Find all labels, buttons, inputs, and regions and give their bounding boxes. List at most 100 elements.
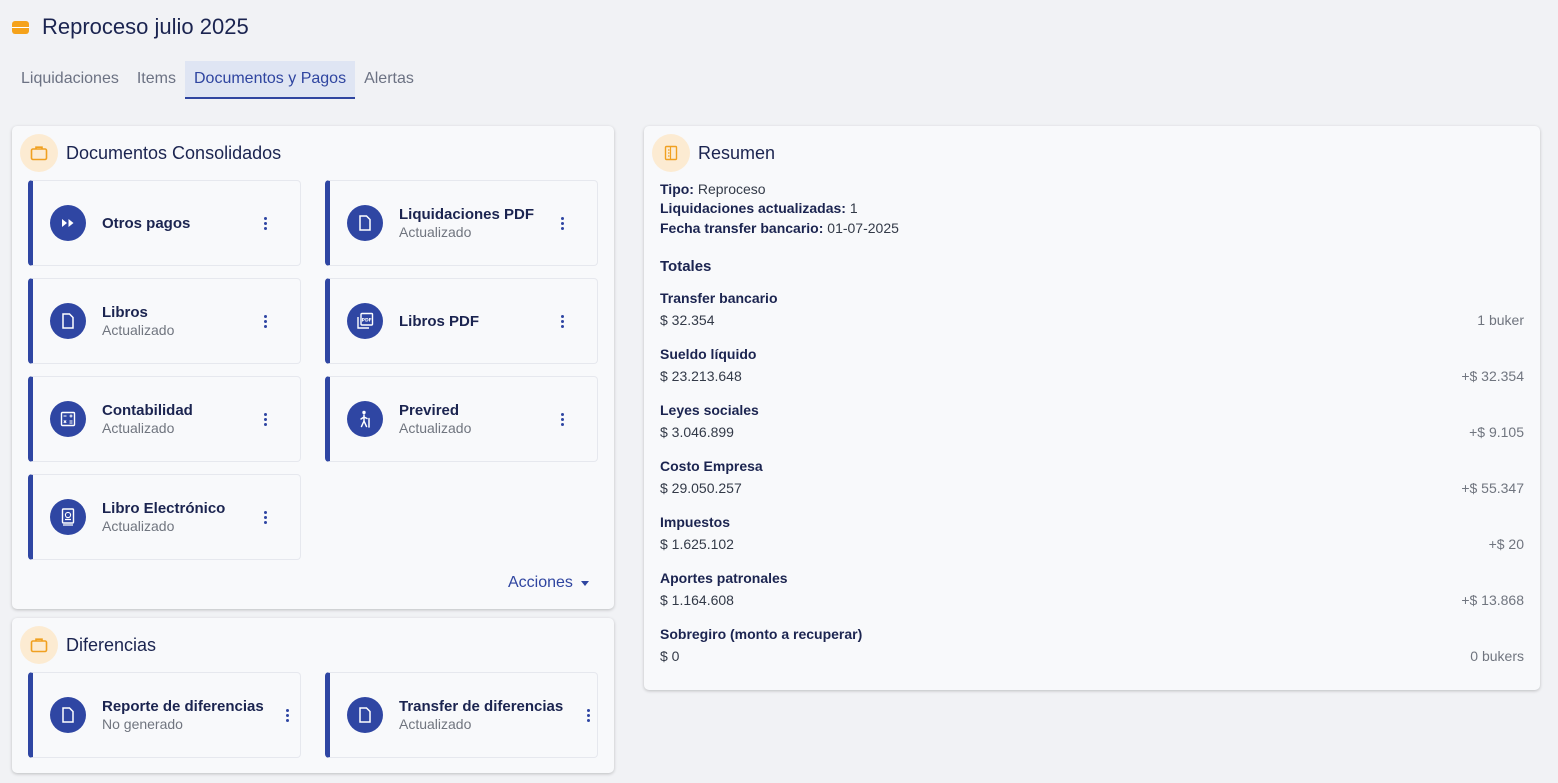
fecha-transfer-label: Fecha transfer bancario: — [660, 220, 824, 236]
page-header: Reproceso julio 2025 — [12, 12, 249, 42]
fecha-transfer-value: 01-07-2025 — [827, 220, 899, 236]
passport-book-icon — [50, 499, 86, 535]
tile-contabilidad[interactable]: Contabilidad Actualizado — [28, 376, 301, 462]
total-row-leyes-sociales: Leyes sociales $ 3.046.899 +$ 9.105 — [660, 402, 1524, 446]
card-header: Documentos Consolidados — [20, 134, 281, 172]
pdf-stack-icon: PDF — [347, 303, 383, 339]
tile-status: No generado — [102, 716, 183, 732]
tile-status: Actualizado — [102, 420, 175, 436]
tile-title: Transfer de diferencias — [399, 698, 564, 715]
tipo-label: Tipo: — [660, 181, 694, 197]
walker-icon — [347, 401, 383, 437]
tile-liquidaciones-pdf[interactable]: Liquidaciones PDF Actualizado — [325, 180, 598, 266]
total-label: Aportes patronales — [660, 570, 788, 586]
tab-liquidaciones[interactable]: Liquidaciones — [12, 61, 128, 99]
tile-libro-electronico[interactable]: Libro Electrónico Actualizado — [28, 474, 301, 560]
total-value: $ 1.625.102 — [660, 536, 734, 552]
total-value: $ 29.050.257 — [660, 480, 742, 496]
total-delta: +$ 32.354 — [1461, 368, 1524, 384]
more-options-icon[interactable] — [259, 279, 271, 363]
tile-title: Contabilidad — [102, 402, 193, 419]
tile-status: Actualizado — [399, 716, 472, 732]
tab-bar: Liquidaciones Items Documentos y Pagos A… — [12, 61, 423, 99]
documentos-consolidados-card: Documentos Consolidados Otros pagos Liqu… — [12, 126, 614, 609]
total-label: Sueldo líquido — [660, 346, 757, 362]
tile-status: Actualizado — [102, 518, 175, 534]
total-value: $ 1.164.608 — [660, 592, 734, 608]
totales-heading: Totales — [660, 258, 712, 275]
total-value: $ 23.213.648 — [660, 368, 742, 384]
total-value: $ 3.046.899 — [660, 424, 734, 440]
tile-title: Reporte de diferencias — [102, 698, 264, 715]
document-icon — [50, 303, 86, 339]
more-options-icon[interactable] — [582, 673, 594, 757]
tile-otros-pagos[interactable]: Otros pagos — [28, 180, 301, 266]
total-label: Transfer bancario — [660, 290, 778, 306]
total-label: Costo Empresa — [660, 458, 763, 474]
document-icon — [347, 697, 383, 733]
more-options-icon[interactable] — [259, 475, 271, 559]
total-row-aportes-patronales: Aportes patronales $ 1.164.608 +$ 13.868 — [660, 570, 1524, 614]
acciones-dropdown-button[interactable]: Acciones — [508, 574, 589, 592]
total-value: $ 0 — [660, 648, 680, 664]
tipo-line: Tipo: Reproceso — [660, 181, 766, 197]
tile-title: Liquidaciones PDF — [399, 206, 535, 223]
total-delta: +$ 13.868 — [1461, 592, 1524, 608]
tile-libros[interactable]: Libros Actualizado — [28, 278, 301, 364]
document-icon — [50, 697, 86, 733]
resumen-card: Resumen Tipo: Reproceso Liquidaciones ac… — [644, 126, 1540, 690]
tab-documentos-y-pagos[interactable]: Documentos y Pagos — [184, 61, 356, 99]
card-header: Diferencias — [20, 626, 156, 664]
tile-title: Otros pagos — [102, 214, 191, 232]
total-row-sobregiro: Sobregiro (monto a recuperar) $ 0 0 buke… — [660, 626, 1524, 670]
tab-items[interactable]: Items — [128, 61, 185, 99]
tile-status: Actualizado — [102, 322, 175, 338]
tile-title: Libro Electrónico — [102, 500, 226, 517]
more-options-icon[interactable] — [259, 377, 271, 461]
fecha-transfer-line: Fecha transfer bancario: 01-07-2025 — [660, 220, 899, 236]
total-delta: 0 bukers — [1470, 648, 1524, 664]
more-options-icon[interactable] — [556, 181, 568, 265]
tipo-value: Reproceso — [697, 181, 766, 197]
card-title: Diferencias — [66, 634, 157, 655]
more-options-icon[interactable] — [259, 181, 271, 265]
tile-libros-pdf[interactable]: PDF Libros PDF — [325, 278, 598, 364]
briefcase-icon — [20, 134, 58, 172]
fast-forward-icon — [50, 205, 86, 241]
card-title: Documentos Consolidados — [66, 142, 282, 163]
total-row-costo-empresa: Costo Empresa $ 29.050.257 +$ 55.347 — [660, 458, 1524, 502]
card-header: Resumen — [652, 134, 775, 172]
acciones-label: Acciones — [508, 574, 573, 591]
page-title: Reproceso julio 2025 — [42, 14, 249, 39]
briefcase-icon — [20, 626, 58, 664]
total-label: Sobregiro (monto a recuperar) — [660, 626, 863, 642]
total-row-transfer-bancario: Transfer bancario $ 32.354 1 buker — [660, 290, 1524, 334]
more-options-icon[interactable] — [556, 279, 568, 363]
tab-alertas[interactable]: Alertas — [355, 61, 423, 99]
tile-previred[interactable]: Previred Actualizado — [325, 376, 598, 462]
document-icon — [347, 205, 383, 241]
tile-status: Actualizado — [399, 224, 472, 240]
more-options-icon[interactable] — [556, 377, 568, 461]
total-delta: 1 buker — [1477, 312, 1524, 328]
more-options-icon[interactable] — [281, 673, 293, 757]
total-delta: +$ 9.105 — [1469, 424, 1524, 440]
diferencias-card: Diferencias Reporte de diferencias No ge… — [12, 618, 614, 773]
total-delta: +$ 20 — [1488, 536, 1524, 552]
caret-down-icon — [580, 580, 589, 586]
total-row-sueldo-liquido: Sueldo líquido $ 23.213.648 +$ 32.354 — [660, 346, 1524, 390]
tile-title: Previred — [399, 402, 460, 419]
total-row-impuestos: Impuestos $ 1.625.102 +$ 20 — [660, 514, 1524, 558]
tile-status: Actualizado — [399, 420, 472, 436]
total-label: Impuestos — [660, 514, 731, 530]
total-delta: +$ 55.347 — [1461, 480, 1524, 496]
tile-transfer-de-diferencias[interactable]: Transfer de diferencias Actualizado — [325, 672, 598, 758]
calculator-icon — [50, 401, 86, 437]
payroll-card-icon — [12, 20, 29, 34]
tile-reporte-de-diferencias[interactable]: Reporte de diferencias No generado — [28, 672, 301, 758]
liquidaciones-actualizadas-label: Liquidaciones actualizadas: — [660, 200, 846, 216]
card-title: Resumen — [698, 142, 776, 163]
receipt-icon — [652, 134, 690, 172]
svg-text:PDF: PDF — [362, 318, 372, 324]
total-value: $ 32.354 — [660, 312, 715, 328]
